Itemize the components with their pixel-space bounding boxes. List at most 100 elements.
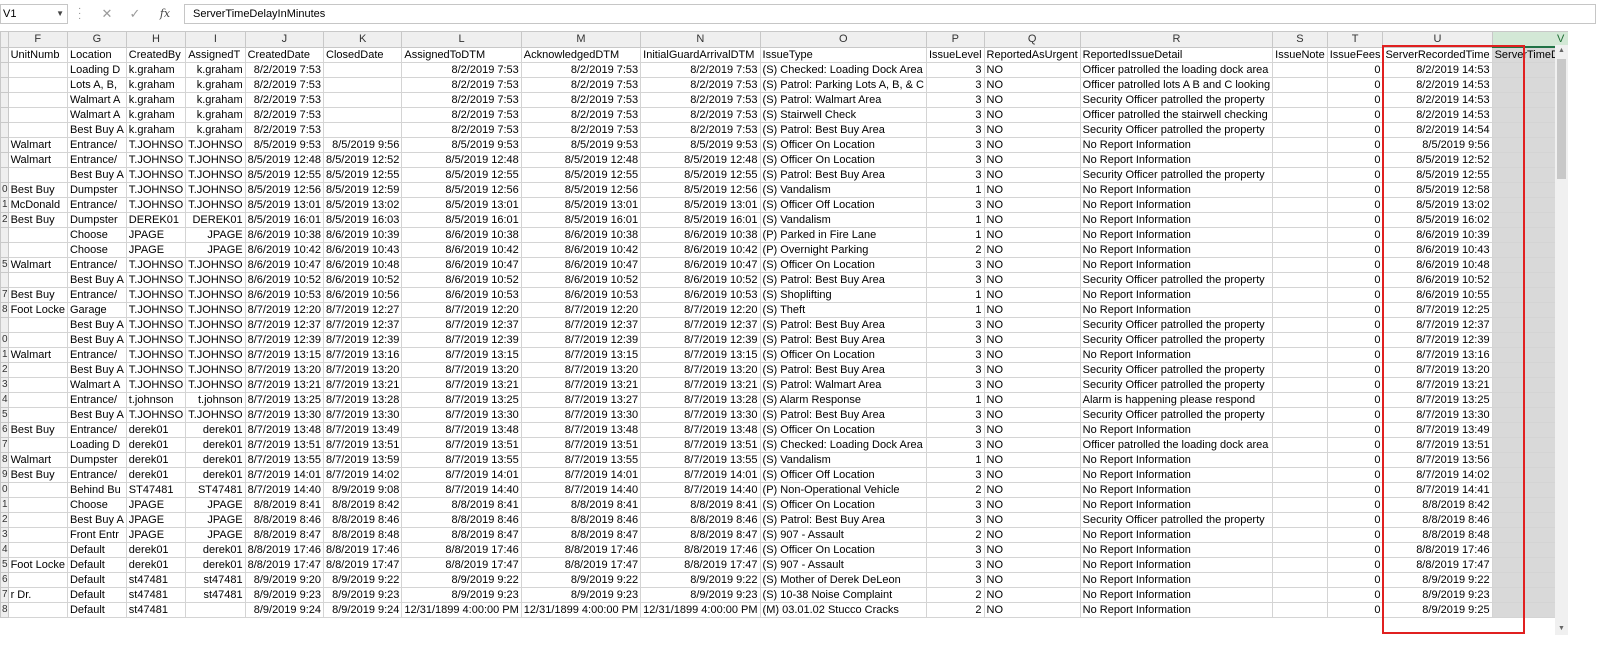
cell[interactable]: NO [983,257,1081,273]
cell[interactable]: 8/2/2019 7:53 [401,122,522,138]
cell[interactable]: Best Buy A [66,362,127,378]
cell[interactable]: 8/7/2019 13:51 [401,437,522,453]
row-header[interactable] [0,242,9,258]
cell[interactable] [7,377,68,393]
cell[interactable]: 8/7/2019 13:21 [1382,377,1493,393]
cell[interactable] [7,512,68,528]
cell[interactable]: 1 [925,302,985,318]
column-header-m[interactable]: M [520,31,642,48]
row-header[interactable] [0,77,9,93]
cell[interactable]: NO [983,92,1081,108]
cell[interactable]: T.JOHNSO [185,272,246,288]
row-header[interactable] [0,317,9,333]
cell[interactable] [1272,227,1328,243]
cell[interactable]: 8/7/2019 13:30 [640,407,761,423]
cell[interactable]: 2 [925,482,985,498]
cell[interactable]: 0 [1326,527,1384,543]
cell[interactable]: (S) Stairwell Check [759,107,927,123]
cell[interactable]: 8/7/2019 14:02 [1382,467,1493,483]
cell[interactable]: NO [983,242,1081,258]
cell[interactable] [1272,122,1328,138]
cell[interactable]: T.JOHNSO [125,362,187,378]
cell[interactable]: 8/7/2019 12:37 [244,317,325,333]
cell[interactable]: 8/6/2019 10:47 [401,257,522,273]
cell[interactable]: (S) Patrol: Walmart Area [759,92,927,108]
cell[interactable]: T.JOHNSO [185,137,246,153]
cell[interactable]: NO [983,407,1081,423]
cell[interactable]: 8/7/2019 13:20 [640,362,761,378]
cell[interactable]: NO [983,572,1081,588]
cell[interactable]: (M) 03.01.02 Stucco Cracks [759,602,927,618]
cell[interactable]: NO [983,362,1081,378]
cell[interactable] [1272,317,1328,333]
cell[interactable]: JPAGE [185,527,246,543]
cell[interactable]: 8/6/2019 10:52 [244,272,325,288]
cell[interactable]: 8/8/2019 8:41 [401,497,522,513]
cell[interactable]: 8/7/2019 13:25 [401,392,522,408]
row-header[interactable] [0,227,9,243]
cell[interactable]: T.JOHNSO [185,407,246,423]
cell[interactable]: Alarm is happening please respond [1079,392,1274,408]
cell[interactable]: 8/5/2019 12:59 [323,182,403,198]
formula-input[interactable]: ServerTimeDelayInMinutes [184,4,1596,24]
cell[interactable]: Best Buy [7,287,68,303]
column-header-r[interactable]: R [1079,31,1274,48]
cell[interactable]: 8/8/2019 8:42 [1382,497,1493,513]
cell[interactable]: 8/5/2019 12:48 [401,152,522,168]
cell[interactable]: 8/6/2019 10:42 [401,242,522,258]
cell[interactable]: 0 [1326,197,1384,213]
cell[interactable]: 0 [1326,107,1384,123]
row-header[interactable]: 8 [0,452,9,468]
cell[interactable]: NO [983,587,1081,603]
cell[interactable]: Foot Locke [7,302,68,318]
cell[interactable]: 0 [1326,152,1384,168]
cell[interactable]: 12/31/1899 4:00:00 PM [401,602,522,618]
field-header-cell[interactable]: IssueFees [1326,46,1384,63]
cell[interactable]: 0 [1326,302,1384,318]
scroll-up-icon[interactable]: ▲ [1555,45,1568,57]
cell[interactable]: (P) Overnight Parking [759,242,927,258]
cell[interactable]: k.graham [185,122,246,138]
cell[interactable]: 8/5/2019 16:02 [1382,212,1493,228]
cell[interactable]: 1 [925,182,985,198]
cell[interactable]: 3 [925,467,985,483]
cell[interactable]: 1 [925,287,985,303]
cell[interactable]: 8/5/2019 12:55 [244,167,325,183]
cell[interactable]: No Report Information [1079,572,1274,588]
cell[interactable]: 0 [1326,542,1384,558]
cell[interactable]: 3 [925,497,985,513]
cell[interactable]: 8/7/2019 14:41 [1382,482,1493,498]
row-header[interactable]: 0 [0,332,9,348]
cell[interactable]: T.JOHNSO [125,407,187,423]
cell[interactable]: 8/7/2019 13:30 [401,407,522,423]
field-header-cell[interactable]: CreatedBy [125,46,187,63]
cell[interactable]: (P) Parked in Fire Lane [759,227,927,243]
cell[interactable]: 8/7/2019 12:37 [640,317,761,333]
cell[interactable]: T.JOHNSO [125,317,187,333]
cell[interactable]: 0 [1326,122,1384,138]
cell[interactable]: Default [66,587,127,603]
cell[interactable]: 8/7/2019 13:15 [244,347,325,363]
cell[interactable]: NO [983,182,1081,198]
cell[interactable]: (S) Officer On Location [759,152,927,168]
cell[interactable]: T.JOHNSO [185,302,246,318]
field-header-cell[interactable]: ReportedIssueDetail [1079,46,1274,63]
cell[interactable]: 8/9/2019 9:23 [520,587,642,603]
cell[interactable] [1272,407,1328,423]
cell[interactable]: NO [983,377,1081,393]
cell[interactable] [1272,512,1328,528]
cell[interactable] [1272,467,1328,483]
cell[interactable]: 8/8/2019 8:48 [323,527,403,543]
cell[interactable]: 8/7/2019 13:51 [244,437,325,453]
cell[interactable]: (S) Patrol: Best Buy Area [759,332,927,348]
cell[interactable]: 8/8/2019 17:47 [520,557,642,573]
cell[interactable]: Best Buy A [66,272,127,288]
cell[interactable]: (S) Patrol: Best Buy Area [759,362,927,378]
cell[interactable]: 8/7/2019 12:39 [1382,332,1493,348]
cell[interactable]: 8/5/2019 16:01 [640,212,761,228]
cell[interactable]: McDonald [7,197,68,213]
row-header[interactable]: 9 [0,467,9,483]
cell[interactable]: 8/6/2019 10:53 [520,287,642,303]
cell[interactable]: No Report Information [1079,257,1274,273]
cell[interactable]: 8/8/2019 17:46 [520,542,642,558]
